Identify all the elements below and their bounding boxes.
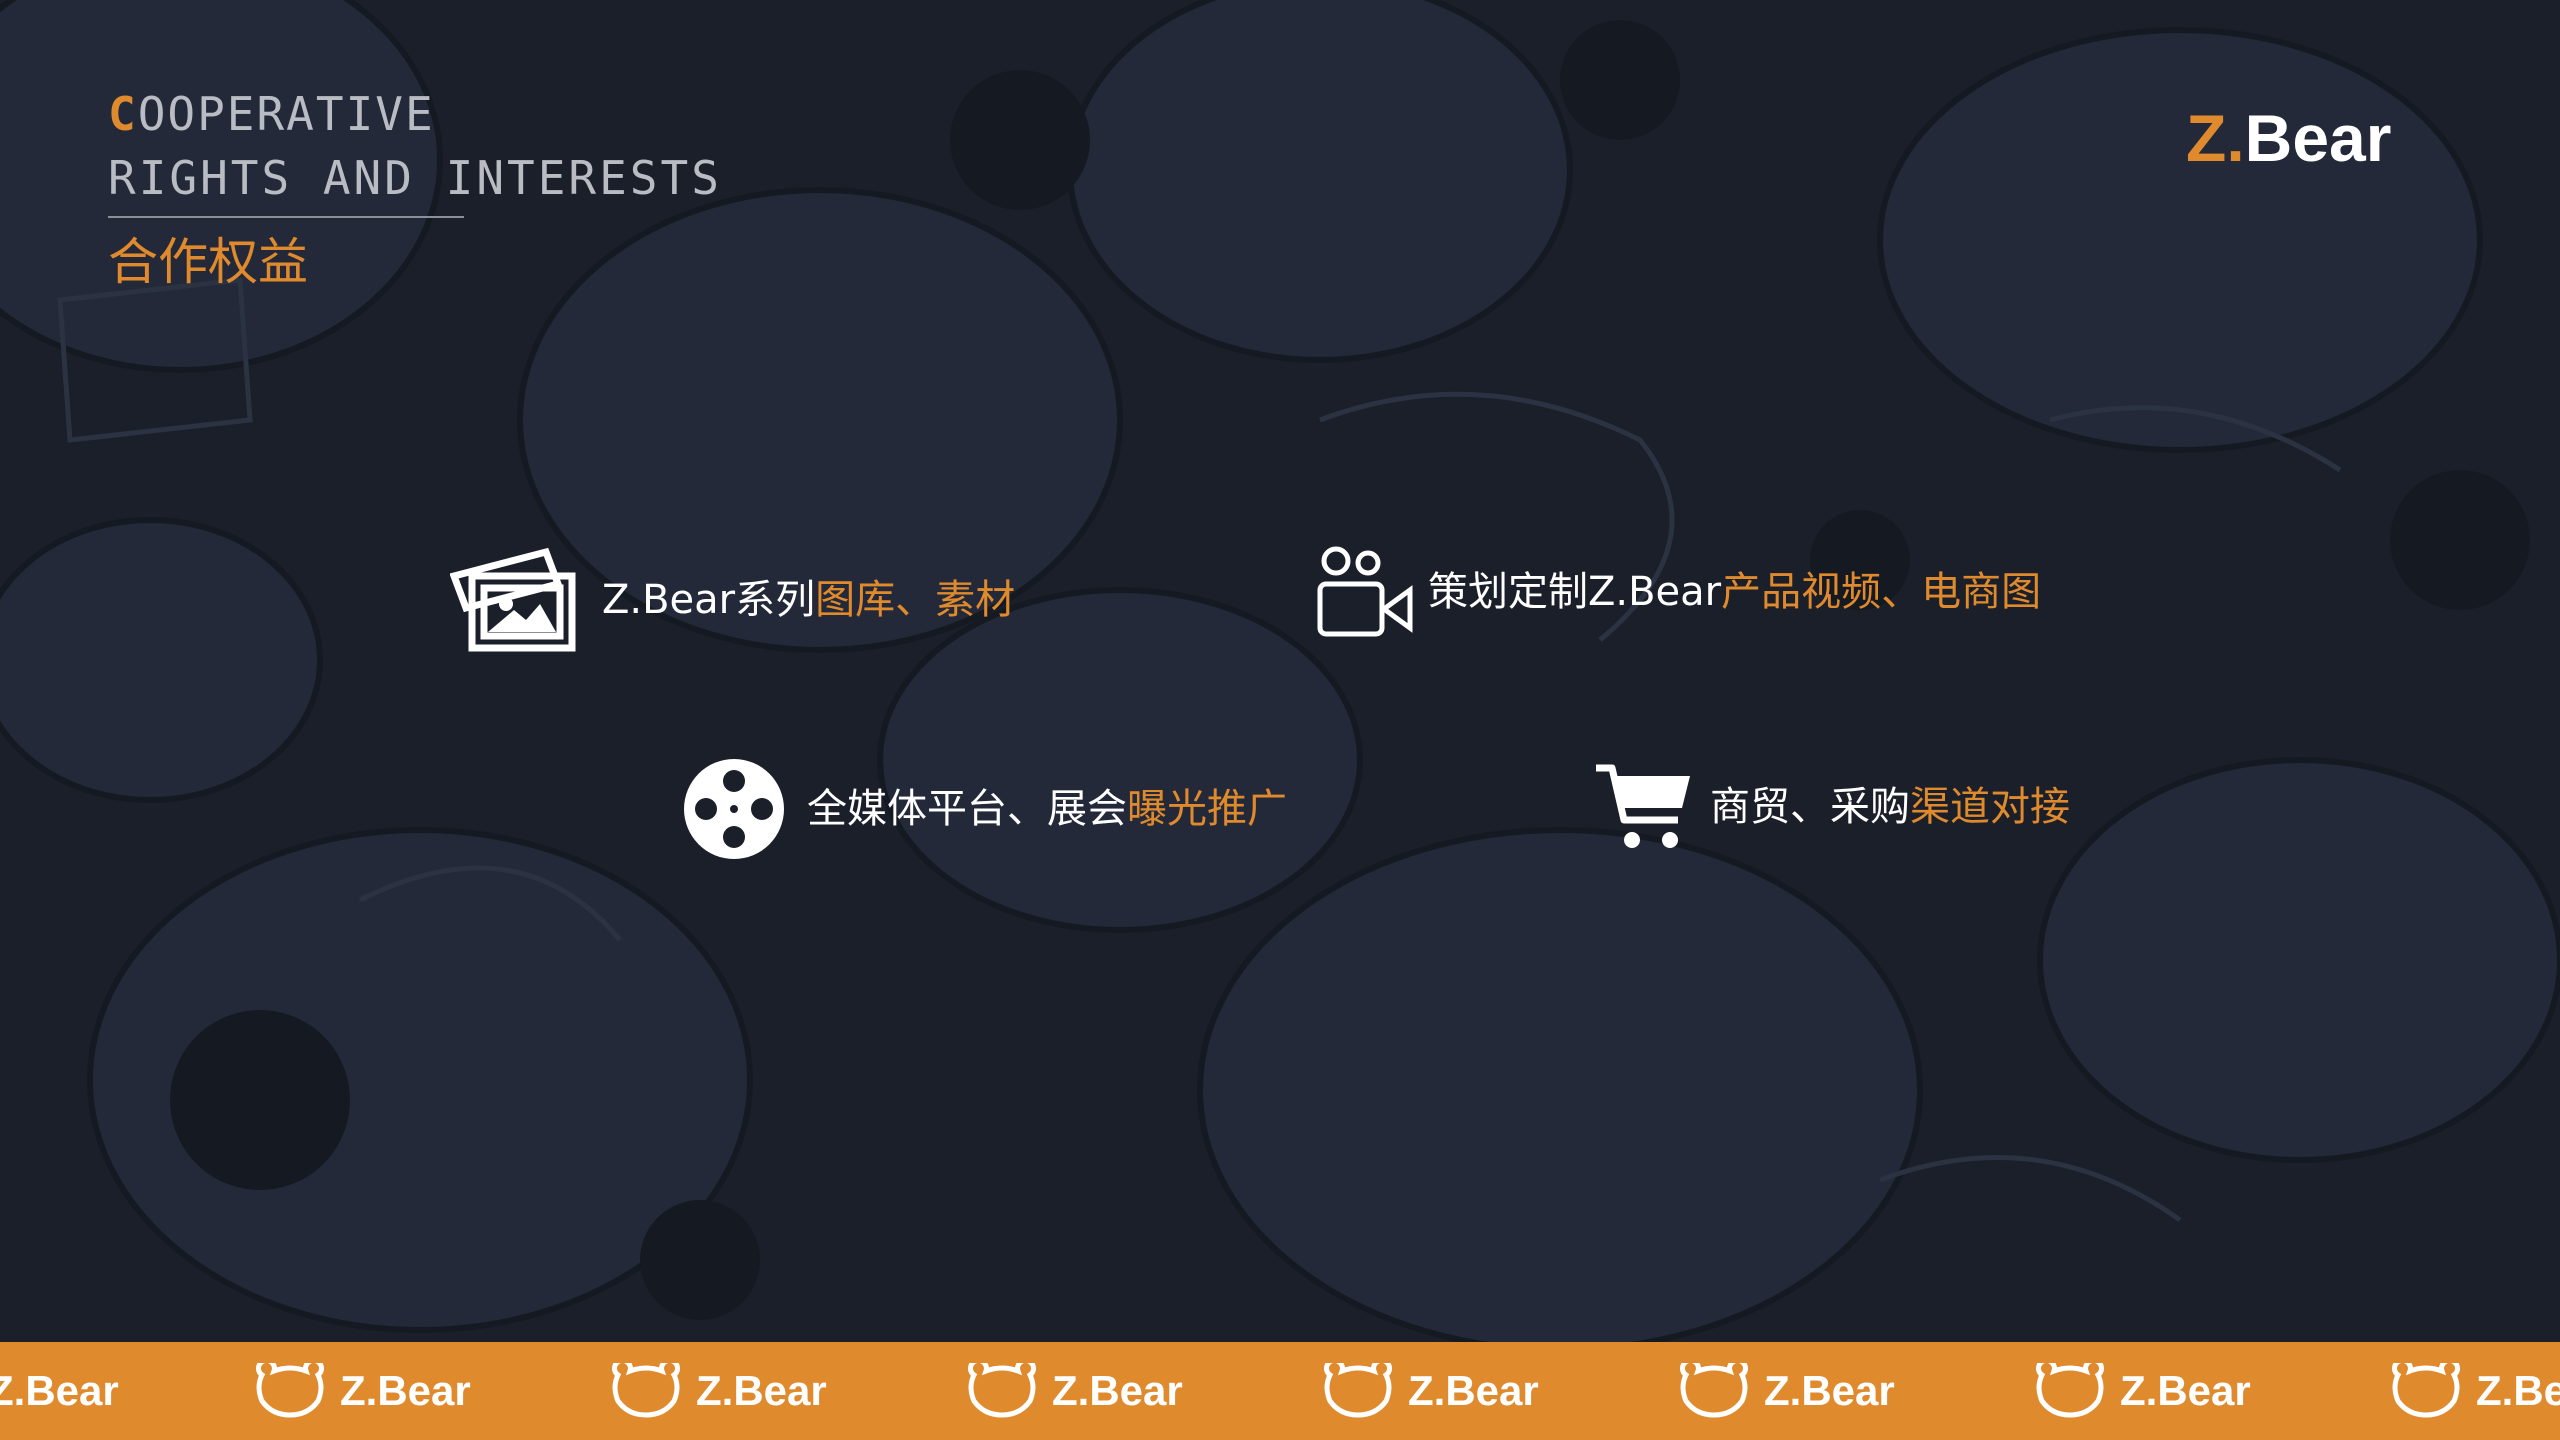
bear-head-icon (256, 1363, 324, 1418)
heading-first-letter: C (108, 87, 138, 141)
footer-logo-partial-right: Z.Be (2388, 1360, 2560, 1422)
brand-logo: Z.Bear (2186, 98, 2391, 178)
section-heading: COOPERATIVE RIGHTS AND INTERESTS 合作权益 (108, 82, 722, 296)
footer-logo-label: Z.Bear (1052, 1367, 1183, 1414)
footer-brand-band: Z.Bear Z.Bear Z.Bear Z.Bear Z.Bear Z.Bea… (0, 1342, 2560, 1440)
footer-logo-label: Z.Bear (0, 1367, 119, 1414)
feature-gallery-white-text: Z.Bear系列 (602, 577, 816, 623)
footer-logo-1: Z.Bear (252, 1360, 471, 1422)
feature-media: 全媒体平台、展会 曝光推广 (683, 758, 1287, 860)
heading-english-line-2: RIGHTS AND INTERESTS (108, 151, 722, 205)
heading-english-line-1: COOPERATIVE (108, 82, 668, 146)
feature-media-orange-text: 曝光推广 (1127, 786, 1287, 832)
logo-z: Z. (2186, 101, 2245, 175)
feature-trade: 商贸、采购 渠道对接 (1594, 762, 2070, 852)
footer-logo-edge-label: Z.Be (2476, 1367, 2560, 1414)
footer-logo-label: Z.Bear (2120, 1367, 2251, 1414)
footer-logo-label: Z.Bear (1408, 1367, 1539, 1414)
image-gallery-icon (450, 547, 576, 652)
footer-logo-partial-left: Z.Bear (0, 1360, 119, 1422)
footer-logo-4: Z.Bear (1320, 1360, 1539, 1422)
heading-chinese-title: 合作权益 (108, 233, 308, 291)
film-reel-icon (684, 759, 784, 859)
feature-trade-orange-text: 渠道对接 (1910, 784, 2070, 830)
heading-divider (108, 216, 464, 218)
feature-media-white-text: 全媒体平台、展会 (807, 786, 1127, 832)
bear-head-icon (1324, 1363, 1392, 1418)
footer-logo-5: Z.Bear (1676, 1360, 1895, 1422)
footer-logo-label: Z.Bear (696, 1367, 827, 1414)
bear-head-icon (612, 1363, 680, 1418)
footer-logo-label: Z.Bear (1764, 1367, 1895, 1414)
bear-head-icon (968, 1363, 1036, 1418)
logo-bear: Bear (2244, 101, 2392, 175)
footer-logo-2: Z.Bear (608, 1360, 827, 1422)
feature-gallery-orange-text: 图库、素材 (815, 577, 1016, 623)
bear-head-icon (2392, 1363, 2460, 1418)
shopping-cart-icon (1596, 764, 1690, 848)
footer-logo-6: Z.Bear (2032, 1360, 2251, 1422)
feature-trade-white-text: 商贸、采购 (1710, 784, 1910, 830)
feature-video-white-text: 策划定制Z.Bear (1428, 569, 1722, 615)
footer-logo-3: Z.Bear (964, 1360, 1183, 1422)
feature-video-orange-text: 产品视频、电商图 (1721, 569, 2042, 615)
video-camera-icon (1317, 546, 1413, 637)
bear-head-icon (2036, 1363, 2104, 1418)
heading-line-1-rest: OOPERATIVE (137, 87, 435, 141)
feature-video: 策划定制Z.Bear 产品视频、电商图 (1316, 546, 2041, 638)
bear-head-icon (1680, 1363, 1748, 1418)
footer-logo-label: Z.Bear (340, 1367, 471, 1414)
feature-gallery: Z.Bear系列 图库、素材 (450, 546, 1015, 654)
